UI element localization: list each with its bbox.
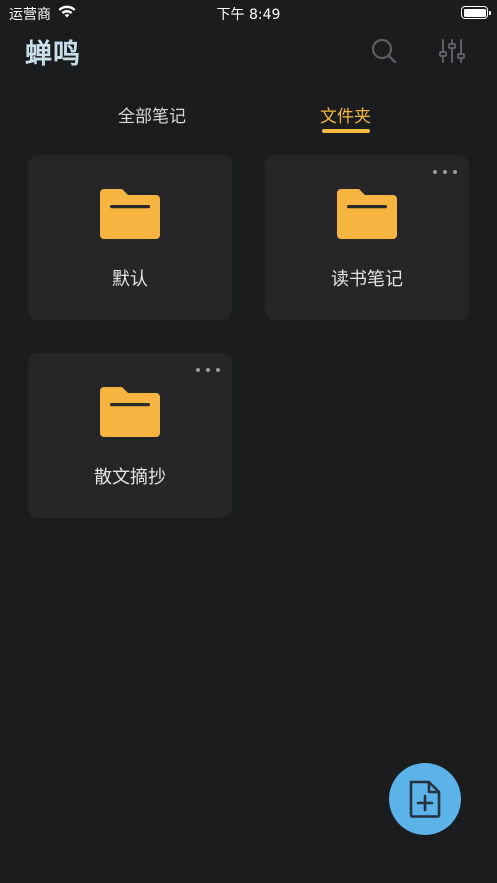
new-note-button[interactable]	[389, 763, 461, 835]
active-tab-indicator	[322, 129, 370, 133]
folder-icon	[100, 387, 160, 437]
folder-icon	[100, 189, 160, 239]
folder-name: 默认	[112, 269, 148, 290]
battery-icon	[461, 6, 491, 19]
app-title: 蝉鸣	[25, 39, 81, 70]
folder-card[interactable]: 散文摘抄	[28, 353, 232, 518]
folder-card[interactable]: 默认	[28, 155, 232, 320]
folder-icon	[337, 189, 397, 239]
folder-card[interactable]: 读书笔记	[265, 155, 469, 320]
status-bar: 运营商 下午 8:49	[0, 0, 497, 26]
new-note-icon	[409, 780, 441, 818]
tab-folders[interactable]: 文件夹	[320, 102, 371, 127]
search-icon[interactable]	[368, 35, 400, 67]
sliders-icon[interactable]	[436, 35, 468, 67]
status-time: 下午 8:49	[216, 7, 281, 23]
folders-screen: 运营商 下午 8:49 蝉鸣 全部笔记 文件夹 默认 读书笔记 散文摘抄	[0, 0, 497, 883]
tab-all-notes[interactable]: 全部笔记	[118, 102, 186, 127]
more-options-icon[interactable]	[433, 166, 457, 178]
more-options-icon[interactable]	[196, 364, 220, 376]
folder-name: 读书笔记	[331, 269, 403, 290]
folder-name: 散文摘抄	[94, 467, 166, 488]
